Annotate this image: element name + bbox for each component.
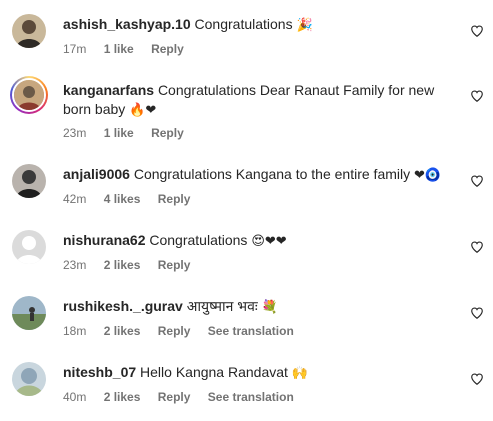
comment-body: ashish_kashyap.10 Congratulations 🎉 bbox=[63, 15, 453, 35]
heart-outline-icon[interactable] bbox=[470, 174, 484, 188]
comment-text: Congratulations bbox=[149, 232, 248, 248]
comment-likes[interactable]: 1 like bbox=[104, 126, 134, 140]
comment-item: rushikesh._.gurav आयुष्मान भवः 💐 18m 2 l… bbox=[0, 294, 493, 344]
reply-button[interactable]: Reply bbox=[158, 390, 191, 404]
comment-meta: 23m 1 like Reply bbox=[63, 126, 198, 140]
comment-text: Congratulations Kangana to the entire fa… bbox=[133, 166, 411, 182]
comment-body: nishurana62 Congratulations 😍❤❤ bbox=[63, 231, 453, 251]
heart-eyes-hearts-emoji: 😍❤❤ bbox=[251, 234, 287, 249]
comment-time: 17m bbox=[63, 42, 87, 56]
comment-text: Congratulations bbox=[194, 16, 293, 32]
party-popper-emoji: 🎉 bbox=[296, 18, 313, 33]
comment-time: 23m bbox=[63, 258, 87, 272]
bouquet-emoji: 💐 bbox=[261, 300, 278, 315]
comment-text: आयुष्मान भवः bbox=[186, 298, 258, 314]
comment-username[interactable]: kanganarfans bbox=[63, 82, 154, 98]
raising-hands-emoji: 🙌 bbox=[291, 366, 308, 381]
comment-username[interactable]: rushikesh._.gurav bbox=[63, 298, 183, 314]
avatar[interactable] bbox=[12, 362, 46, 396]
comment-time: 18m bbox=[63, 324, 87, 338]
see-translation-button[interactable]: See translation bbox=[208, 390, 294, 404]
comment-likes[interactable]: 2 likes bbox=[104, 390, 141, 404]
reply-button[interactable]: Reply bbox=[158, 324, 191, 338]
see-translation-button[interactable]: See translation bbox=[208, 324, 294, 338]
comment-username[interactable]: niteshb_07 bbox=[63, 364, 136, 380]
avatar[interactable] bbox=[12, 230, 46, 264]
reply-button[interactable]: Reply bbox=[151, 126, 184, 140]
heart-outline-icon[interactable] bbox=[470, 372, 484, 386]
comment-username[interactable]: anjali9006 bbox=[63, 166, 130, 182]
comment-username[interactable]: nishurana62 bbox=[63, 232, 145, 248]
reply-button[interactable]: Reply bbox=[158, 258, 191, 272]
comment-likes[interactable]: 1 like bbox=[104, 42, 134, 56]
comment-meta: 18m 2 likes Reply See translation bbox=[63, 324, 308, 338]
comment-item: ashish_kashyap.10 Congratulations 🎉 17m … bbox=[0, 12, 493, 60]
fire-heart-emoji: 🔥❤ bbox=[129, 103, 157, 118]
avatar[interactable] bbox=[12, 14, 46, 48]
heart-outline-icon[interactable] bbox=[470, 24, 484, 38]
comment-item: nishurana62 Congratulations 😍❤❤ 23m 2 li… bbox=[0, 228, 493, 278]
heart-nazar-emoji: ❤🧿 bbox=[414, 168, 442, 183]
heart-outline-icon[interactable] bbox=[470, 89, 484, 103]
comment-meta: 40m 2 likes Reply See translation bbox=[63, 390, 308, 404]
comment-body: niteshb_07 Hello Kangna Randavat 🙌 bbox=[63, 363, 453, 383]
comment-time: 42m bbox=[63, 192, 87, 206]
comment-body: anjali9006 Congratulations Kangana to th… bbox=[63, 165, 453, 185]
comment-meta: 23m 2 likes Reply bbox=[63, 258, 204, 272]
comment-time: 23m bbox=[63, 126, 87, 140]
heart-outline-icon[interactable] bbox=[470, 240, 484, 254]
comment-meta: 42m 4 likes Reply bbox=[63, 192, 204, 206]
heart-outline-icon[interactable] bbox=[470, 306, 484, 320]
comment-item: kanganarfans Congratulations Dear Ranaut… bbox=[0, 76, 493, 146]
reply-button[interactable]: Reply bbox=[158, 192, 191, 206]
comment-time: 40m bbox=[63, 390, 87, 404]
avatar[interactable] bbox=[12, 296, 46, 330]
comment-item: anjali9006 Congratulations Kangana to th… bbox=[0, 162, 493, 212]
comment-likes[interactable]: 2 likes bbox=[104, 324, 141, 338]
comment-likes[interactable]: 4 likes bbox=[104, 192, 141, 206]
comment-likes[interactable]: 2 likes bbox=[104, 258, 141, 272]
avatar[interactable] bbox=[12, 164, 46, 198]
comment-username[interactable]: ashish_kashyap.10 bbox=[63, 16, 191, 32]
reply-button[interactable]: Reply bbox=[151, 42, 184, 56]
comment-meta: 17m 1 like Reply bbox=[63, 42, 198, 56]
comment-body: rushikesh._.gurav आयुष्मान भवः 💐 bbox=[63, 297, 453, 317]
comment-item: niteshb_07 Hello Kangna Randavat 🙌 40m 2… bbox=[0, 360, 493, 410]
avatar[interactable] bbox=[10, 76, 48, 114]
comment-text: Hello Kangna Randavat bbox=[140, 364, 288, 380]
comment-body: kanganarfans Congratulations Dear Ranaut… bbox=[63, 81, 443, 120]
